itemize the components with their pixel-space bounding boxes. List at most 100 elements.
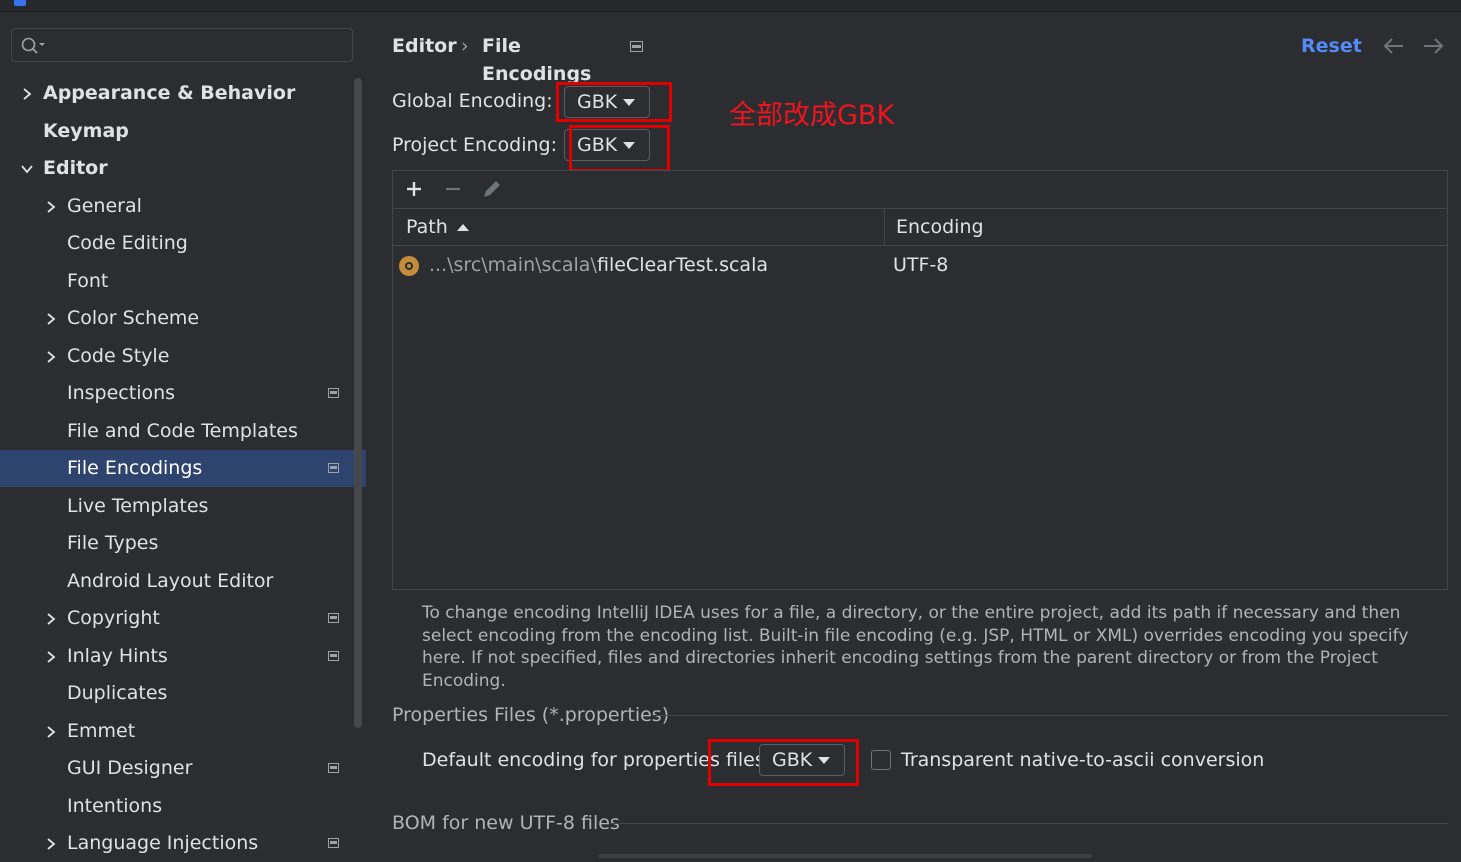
column-header-path[interactable]: Path bbox=[406, 209, 448, 245]
path-prefix: ...\src\main\scala\ bbox=[429, 254, 597, 276]
sidebar-scrollbar[interactable] bbox=[354, 78, 362, 728]
sidebar-item-label: Inspections bbox=[67, 382, 176, 404]
settings-sidebar: Appearance & Behavior Keymap Editor General… bbox=[0, 12, 366, 858]
highlight-box-global bbox=[556, 82, 672, 122]
sidebar-item-gui-designer[interactable]: GUI Designer bbox=[0, 750, 366, 787]
row-encoding-value[interactable]: UTF-8 bbox=[893, 247, 948, 283]
sidebar-item-color-scheme[interactable]: Color Scheme bbox=[0, 300, 366, 337]
chevron-right-icon[interactable] bbox=[44, 312, 58, 326]
column-header-encoding[interactable]: Encoding bbox=[896, 209, 984, 245]
sidebar-item-label: Code Style bbox=[67, 344, 170, 367]
table-row[interactable]: ...\src\main\scala\ fileClearTest.scala … bbox=[393, 247, 1447, 283]
path-file-name: fileClearTest.scala bbox=[597, 254, 768, 276]
scala-file-icon bbox=[399, 256, 419, 276]
sidebar-item-label: File Types bbox=[67, 532, 159, 554]
sidebar-item-intentions[interactable]: Intentions bbox=[0, 788, 366, 825]
encoding-mappings-table: Path Encoding ...\src\main\scala\ fileCl… bbox=[392, 170, 1448, 590]
sidebar-item-label: Emmet bbox=[67, 719, 136, 742]
sidebar-item-label: Copyright bbox=[67, 607, 160, 629]
project-scope-icon bbox=[328, 388, 339, 398]
sidebar-item-file-and-code-templates[interactable]: File and Code Templates bbox=[0, 413, 366, 450]
remove-icon[interactable] bbox=[440, 176, 466, 202]
sidebar-item-android-layout-editor[interactable]: Android Layout Editor bbox=[0, 563, 366, 600]
sidebar-item-label: Editor bbox=[43, 157, 108, 179]
sidebar-item-inlay-hints[interactable]: Inlay Hints bbox=[0, 638, 366, 675]
settings-search-input[interactable] bbox=[11, 28, 353, 62]
sidebar-item-label: Keymap bbox=[43, 119, 129, 142]
breadcrumb-file-encodings: File Encodings bbox=[482, 35, 592, 85]
table-toolbar bbox=[393, 171, 1447, 209]
global-encoding-label: Global Encoding: bbox=[392, 90, 553, 112]
transparent-conversion-label[interactable]: Transparent native-to-ascii conversion bbox=[901, 746, 1264, 774]
breadcrumb: Editor › File Encodings bbox=[392, 32, 632, 85]
chevron-right-icon[interactable] bbox=[20, 87, 34, 101]
sidebar-item-label: Inlay Hints bbox=[67, 644, 168, 667]
annotation-text: 全部改成GBK bbox=[729, 100, 895, 131]
project-scope-icon bbox=[328, 650, 339, 661]
edit-pencil-icon[interactable] bbox=[479, 176, 505, 202]
sidebar-item-label: Android Layout Editor bbox=[67, 569, 274, 592]
sidebar-item-file-encodings[interactable]: File Encodings bbox=[0, 450, 366, 487]
app-logo-icon bbox=[14, 0, 26, 6]
chevron-right-icon[interactable] bbox=[44, 725, 58, 739]
sidebar-item-general[interactable]: General bbox=[0, 188, 366, 225]
sidebar-item-language-injections[interactable]: Language Injections bbox=[0, 825, 366, 862]
sidebar-item-appearance-behavior[interactable]: Appearance & Behavior bbox=[0, 75, 366, 112]
bom-section-title: BOM for new UTF-8 files bbox=[392, 812, 620, 834]
project-scope-icon bbox=[630, 41, 643, 52]
sidebar-item-label: Language Injections bbox=[67, 832, 259, 854]
sort-ascending-icon bbox=[457, 224, 469, 231]
chevron-down-icon[interactable] bbox=[20, 162, 34, 176]
bottom-scroll-thumb[interactable] bbox=[598, 854, 1092, 858]
sidebar-item-font[interactable]: Font bbox=[0, 263, 366, 300]
window-title-strip bbox=[0, 0, 1461, 12]
sidebar-item-live-templates[interactable]: Live Templates bbox=[0, 488, 366, 525]
chevron-right-icon[interactable] bbox=[44, 837, 58, 851]
chevron-right-icon[interactable] bbox=[44, 650, 58, 664]
add-icon[interactable] bbox=[401, 176, 427, 202]
sidebar-item-label: Intentions bbox=[67, 794, 163, 817]
help-text: To change encoding IntelliJ IDEA uses fo… bbox=[422, 603, 1409, 691]
sidebar-item-label: Appearance & Behavior bbox=[43, 82, 296, 104]
chevron-right-icon[interactable] bbox=[44, 612, 58, 626]
search-icon bbox=[21, 37, 45, 54]
sidebar-item-label: General bbox=[67, 194, 142, 217]
sidebar-item-label: Live Templates bbox=[67, 494, 209, 517]
breadcrumb-editor[interactable]: Editor bbox=[392, 32, 457, 60]
sidebar-item-label: File and Code Templates bbox=[67, 419, 298, 442]
back-arrow-icon[interactable] bbox=[1382, 36, 1406, 56]
column-divider[interactable] bbox=[884, 209, 885, 245]
sidebar-item-editor[interactable]: Editor bbox=[0, 150, 366, 187]
project-scope-icon bbox=[328, 763, 339, 773]
transparent-conversion-checkbox[interactable] bbox=[871, 750, 891, 770]
chevron-right-icon[interactable] bbox=[44, 350, 58, 364]
project-encoding-label: Project Encoding: bbox=[392, 134, 558, 156]
settings-main-panel: Editor › File Encodings Reset Global Enc… bbox=[366, 12, 1461, 858]
breadcrumb-separator: › bbox=[461, 35, 469, 57]
forward-arrow-icon[interactable] bbox=[1421, 36, 1445, 56]
project-scope-icon bbox=[328, 613, 339, 623]
sidebar-item-emmet[interactable]: Emmet bbox=[0, 713, 366, 750]
sidebar-item-label: File Encodings bbox=[67, 457, 203, 479]
sidebar-item-label: GUI Designer bbox=[67, 757, 193, 779]
highlight-box-project bbox=[569, 125, 670, 172]
sidebar-item-code-style[interactable]: Code Style bbox=[0, 338, 366, 375]
sidebar-item-file-types[interactable]: File Types bbox=[0, 525, 366, 562]
sidebar-item-label: Duplicates bbox=[67, 682, 168, 704]
sidebar-item-label: Code Editing bbox=[67, 232, 188, 254]
chevron-right-icon[interactable] bbox=[44, 200, 58, 214]
sidebar-item-keymap[interactable]: Keymap bbox=[0, 113, 366, 150]
properties-section-title: Properties Files (*.properties) bbox=[392, 704, 670, 726]
sidebar-item-label: Font bbox=[67, 269, 109, 292]
sidebar-item-duplicates[interactable]: Duplicates bbox=[0, 675, 366, 712]
sidebar-item-inspections[interactable]: Inspections bbox=[0, 375, 366, 412]
sidebar-item-copyright[interactable]: Copyright bbox=[0, 600, 366, 637]
sidebar-item-label: Color Scheme bbox=[67, 307, 200, 329]
properties-separator bbox=[652, 715, 1448, 716]
reset-button[interactable]: Reset bbox=[1301, 32, 1362, 60]
project-scope-icon bbox=[328, 838, 339, 848]
project-scope-icon bbox=[328, 463, 339, 473]
highlight-box-properties bbox=[708, 739, 859, 786]
table-header: Path Encoding bbox=[393, 209, 1447, 246]
sidebar-item-code-editing[interactable]: Code Editing bbox=[0, 225, 366, 262]
